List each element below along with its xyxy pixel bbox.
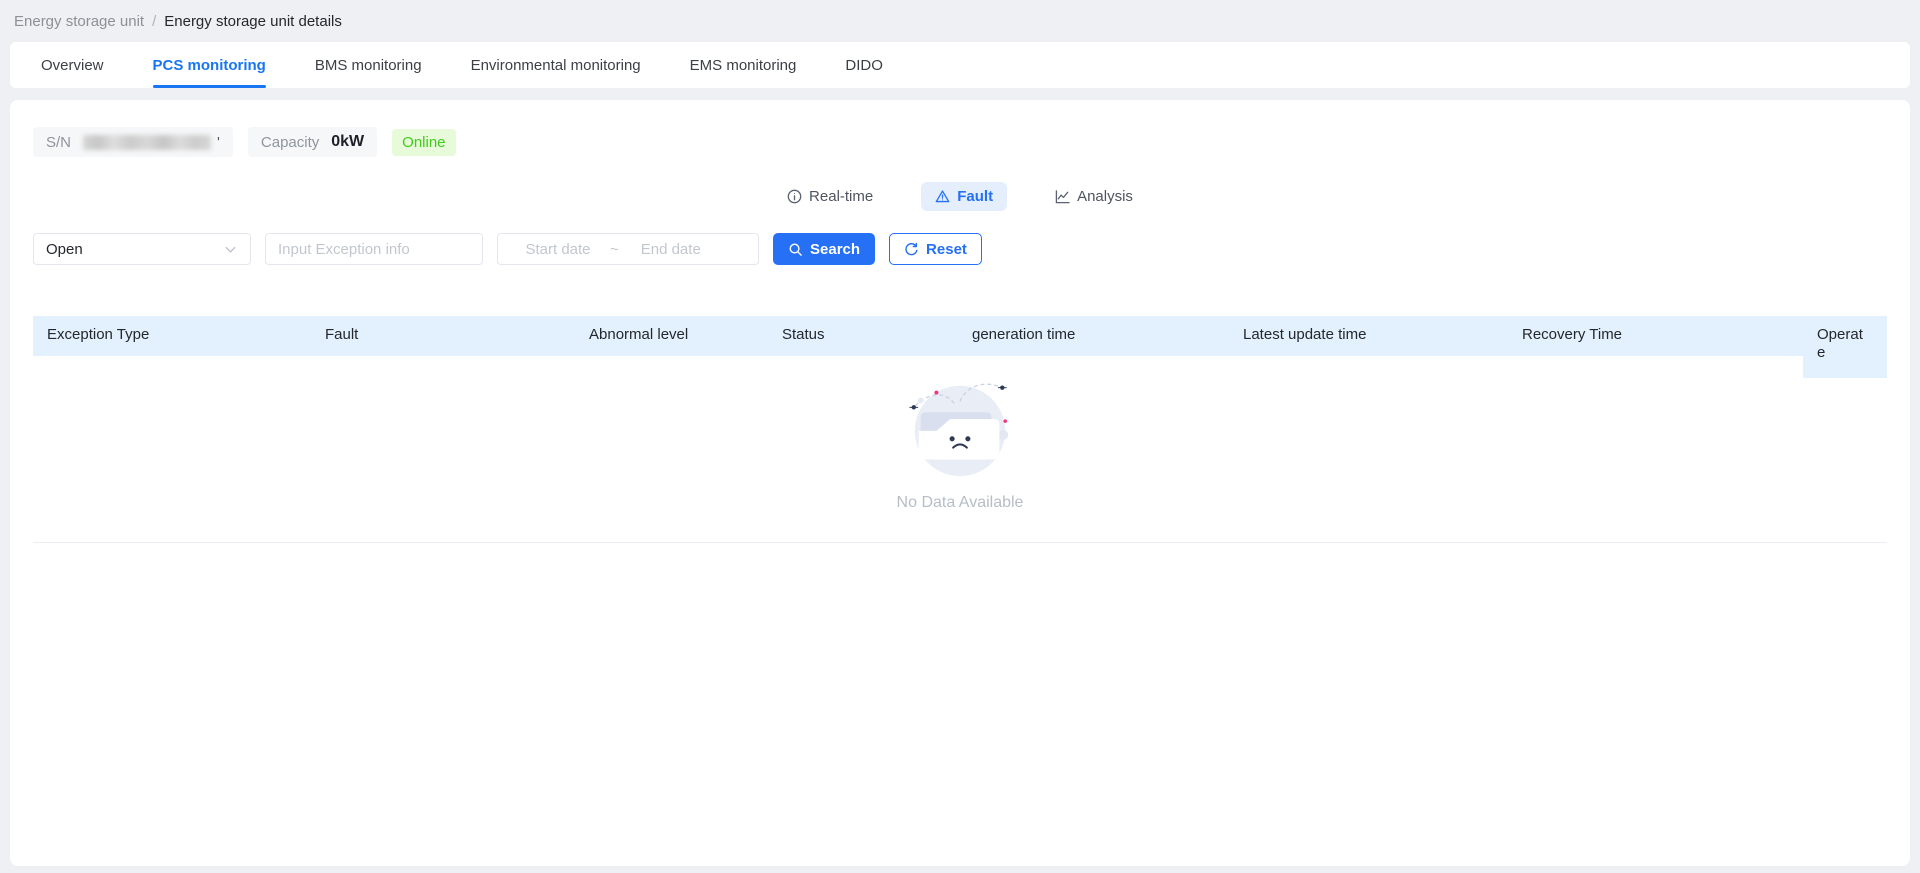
exception-info-input[interactable] [265, 233, 483, 265]
breadcrumb-current: Energy storage unit details [164, 13, 342, 30]
empty-folder-illustration [901, 368, 1019, 490]
tab-overview[interactable]: Overview [41, 42, 104, 88]
tab-bar: Overview PCS monitoring BMS monitoring E… [10, 42, 1910, 88]
tab-bms-monitoring[interactable]: BMS monitoring [315, 42, 422, 88]
column-header-operate: Operate [1803, 316, 1887, 378]
serial-number-label: S/N [46, 134, 71, 151]
tab-pcs-monitoring[interactable]: PCS monitoring [153, 42, 266, 88]
fault-table-empty-state: No Data Available [33, 356, 1887, 543]
search-button[interactable]: Search [773, 233, 875, 265]
date-range-picker[interactable]: ~ [497, 233, 759, 265]
end-date-input[interactable] [623, 241, 719, 258]
unit-info-row: S/N ' Capacity 0kW Online [33, 100, 1887, 157]
serial-number-suffix: ' [217, 134, 220, 151]
view-fault-label: Fault [957, 188, 993, 205]
serial-number-chip: S/N ' [33, 127, 233, 157]
filter-row: Open ~ Search [33, 233, 1887, 265]
status-badge: Online [392, 129, 455, 156]
column-header-status: Status [768, 316, 958, 356]
view-realtime-button[interactable]: Real-time [783, 182, 877, 211]
capacity-chip: Capacity 0kW [248, 127, 377, 157]
tab-ems-monitoring[interactable]: EMS monitoring [690, 42, 797, 88]
reset-icon [904, 242, 919, 257]
fault-table: Exception Type Fault Abnormal level Stat… [33, 316, 1887, 543]
tab-environmental-monitoring[interactable]: Environmental monitoring [471, 42, 641, 88]
reset-button-label: Reset [926, 241, 967, 258]
tab-dido[interactable]: DIDO [845, 42, 883, 88]
reset-button[interactable]: Reset [889, 233, 982, 265]
serial-number-value-redacted [83, 135, 211, 150]
chevron-down-icon [223, 242, 238, 257]
breadcrumb-parent-link[interactable]: Energy storage unit [14, 13, 144, 30]
column-header-latest-update-time: Latest update time [1229, 316, 1508, 356]
column-header-operate-text: Operate [1817, 326, 1871, 362]
view-switch-row: Real-time Fault Analysis [33, 182, 1887, 211]
breadcrumb-separator: / [152, 13, 156, 30]
column-header-exception-type: Exception Type [33, 316, 311, 356]
fault-table-header: Exception Type Fault Abnormal level Stat… [33, 316, 1887, 356]
exception-status-select-value: Open [46, 241, 83, 258]
empty-state-text: No Data Available [897, 494, 1024, 512]
chart-line-icon [1055, 189, 1070, 204]
warning-triangle-icon [935, 189, 950, 204]
exception-status-select[interactable]: Open [33, 233, 251, 265]
breadcrumb: Energy storage unit / Energy storage uni… [0, 0, 1920, 42]
capacity-label: Capacity [261, 134, 319, 151]
info-circle-icon [787, 189, 802, 204]
start-date-input[interactable] [510, 241, 606, 258]
search-icon [788, 242, 803, 257]
date-range-separator: ~ [610, 241, 619, 258]
view-analysis-button[interactable]: Analysis [1051, 182, 1137, 211]
pcs-monitoring-panel: S/N ' Capacity 0kW Online Real-time [10, 100, 1910, 866]
column-header-abnormal-level: Abnormal level [575, 316, 768, 356]
view-realtime-label: Real-time [809, 188, 873, 205]
capacity-value: 0kW [331, 133, 364, 151]
column-header-generation-time: generation time [958, 316, 1229, 356]
view-fault-button[interactable]: Fault [921, 182, 1007, 211]
search-button-label: Search [810, 241, 860, 258]
column-header-recovery-time: Recovery Time [1508, 316, 1803, 356]
column-header-fault: Fault [311, 316, 575, 356]
view-analysis-label: Analysis [1077, 188, 1133, 205]
